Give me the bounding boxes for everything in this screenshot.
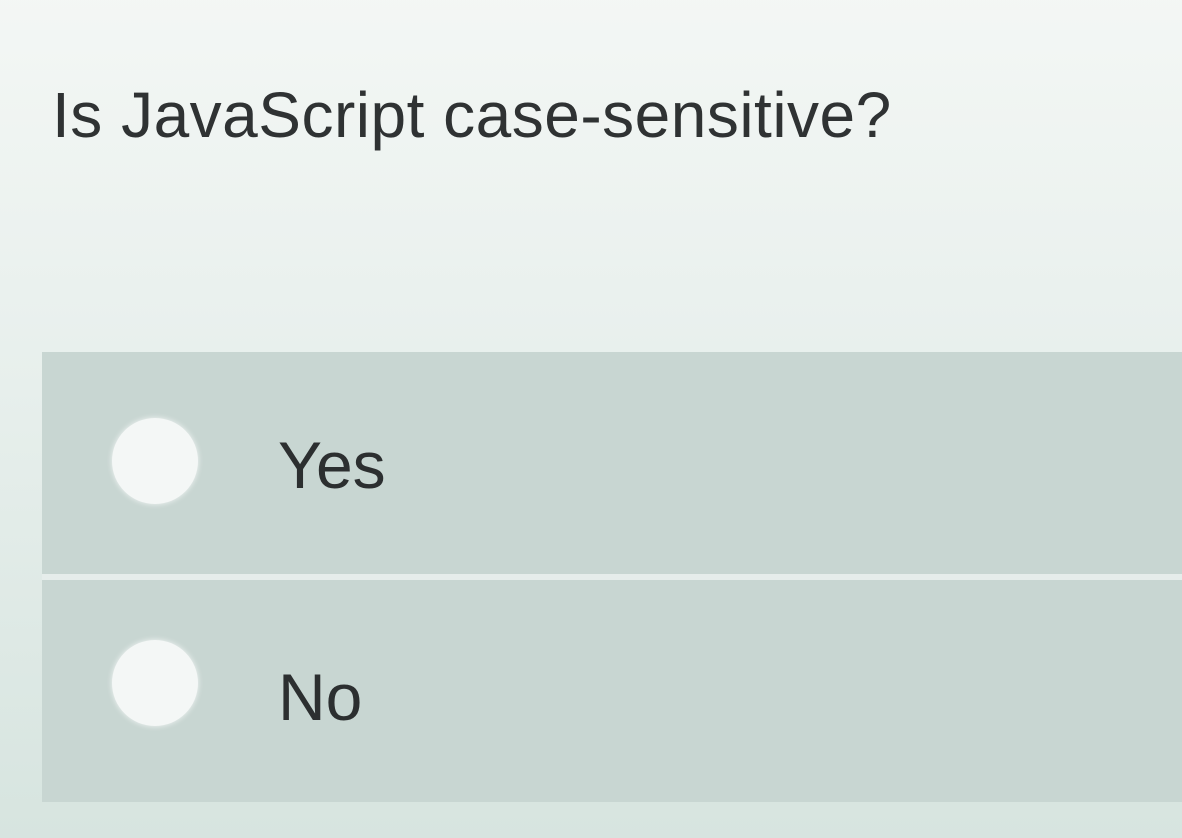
option-label-yes: Yes bbox=[278, 428, 386, 502]
quiz-page: Is JavaScript case-sensitive? Yes No bbox=[0, 0, 1182, 838]
radio-button-yes[interactable] bbox=[112, 418, 198, 504]
option-yes[interactable]: Yes bbox=[42, 352, 1182, 574]
option-no[interactable]: No bbox=[42, 580, 1182, 802]
question-text: Is JavaScript case-sensitive? bbox=[52, 79, 892, 151]
option-label-no: No bbox=[278, 660, 363, 734]
radio-button-no[interactable] bbox=[112, 640, 198, 726]
answer-options: Yes No bbox=[42, 352, 1182, 802]
